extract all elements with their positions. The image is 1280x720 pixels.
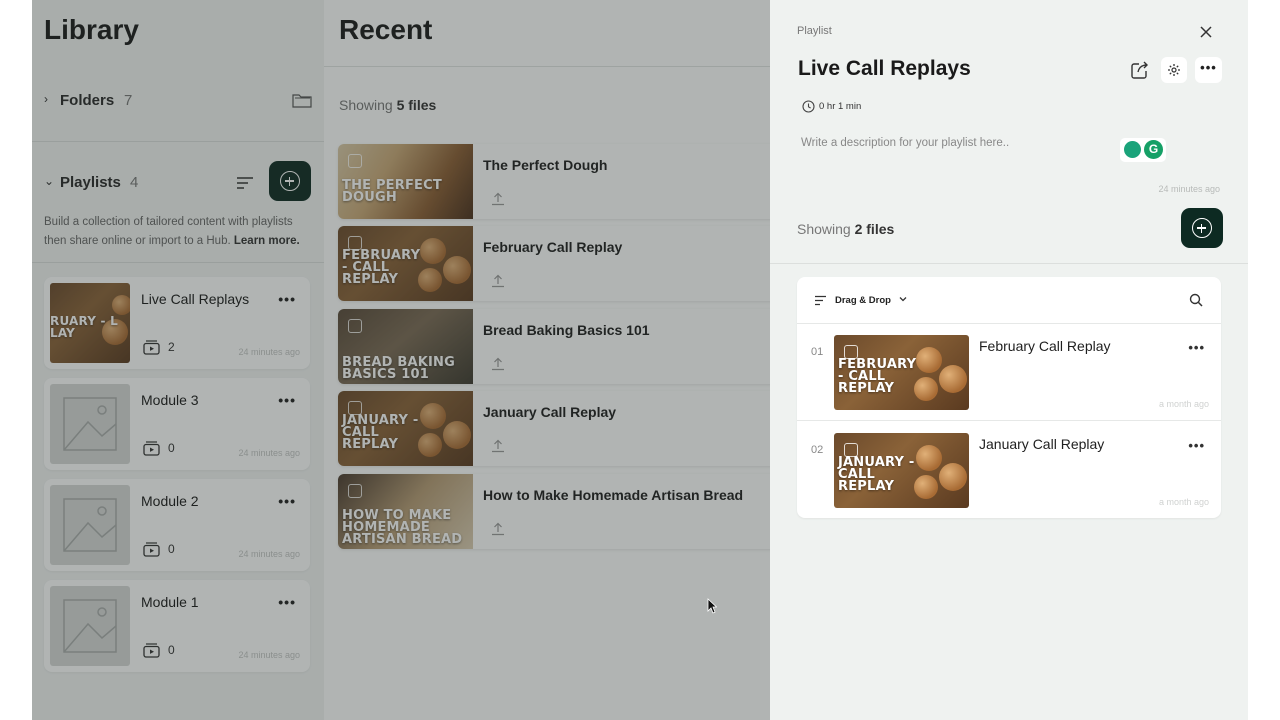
description-input[interactable]: Write a description for your playlist he…: [801, 137, 1009, 149]
more-options-button[interactable]: •••: [1188, 438, 1205, 453]
settings-button[interactable]: [1161, 57, 1187, 83]
list-toolbar: Drag & Drop: [797, 277, 1221, 324]
thumbnail-text: JANUARY - CALL REPLAY: [838, 455, 915, 494]
add-file-button[interactable]: [1181, 208, 1223, 248]
divider: [770, 263, 1248, 264]
sort-icon: [815, 295, 826, 306]
playlist-duration: 0 hr 1 min: [819, 101, 862, 112]
page-title[interactable]: Live Call Replays: [798, 57, 971, 81]
share-icon[interactable]: [1128, 58, 1152, 82]
close-icon[interactable]: [1198, 24, 1214, 40]
modal-backdrop[interactable]: [32, 0, 770, 720]
showing-prefix: Showing: [797, 221, 851, 237]
panel-showing-count: Showing 2 files: [797, 221, 894, 237]
grammarly-widget[interactable]: G: [1120, 138, 1166, 162]
clock-icon: [802, 100, 815, 113]
item-thumbnail: JANUARY - CALL REPLAY: [834, 433, 969, 508]
item-thumbnail: FEBRUARY - CALL REPLAY: [834, 335, 969, 410]
more-options-button[interactable]: •••: [1188, 340, 1205, 355]
lightbulb-icon[interactable]: [1124, 141, 1141, 158]
grammarly-icon[interactable]: G: [1144, 140, 1163, 159]
mouse-cursor-icon: [707, 598, 717, 614]
plus-circle-icon: [1192, 218, 1212, 238]
item-number: 01: [811, 346, 824, 358]
item-title: February Call Replay: [979, 338, 1111, 354]
chevron-down-icon[interactable]: [898, 294, 908, 304]
more-options-button[interactable]: •••: [1195, 57, 1222, 83]
item-timestamp: a month ago: [1158, 399, 1209, 409]
item-timestamp: a month ago: [1158, 497, 1209, 507]
thumbnail-text: FEBRUARY - CALL REPLAY: [838, 357, 917, 396]
search-icon[interactable]: [1189, 293, 1203, 307]
list-item[interactable]: 02 JANUARY - CALL REPLAY January Call Re…: [797, 422, 1221, 519]
playlist-panel: Playlist Live Call Replays ••• 0 hr 1 mi…: [770, 0, 1248, 720]
app-window: Library › Folders 7 ⌄ Playlists 4 Build …: [32, 0, 1248, 720]
sort-dropdown[interactable]: Drag & Drop: [835, 295, 891, 306]
updated-timestamp: 24 minutes ago: [1158, 184, 1220, 194]
gear-icon: [1168, 64, 1180, 76]
item-title: January Call Replay: [979, 436, 1105, 452]
showing-count: 2 files: [854, 221, 895, 237]
playlist-file-list: Drag & Drop 01 FEBRUARY - CALL REPLAY Fe…: [797, 277, 1221, 518]
breadcrumb: Playlist: [797, 25, 832, 37]
list-item[interactable]: 01 FEBRUARY - CALL REPLAY February Call …: [797, 324, 1221, 421]
item-number: 02: [811, 444, 824, 456]
